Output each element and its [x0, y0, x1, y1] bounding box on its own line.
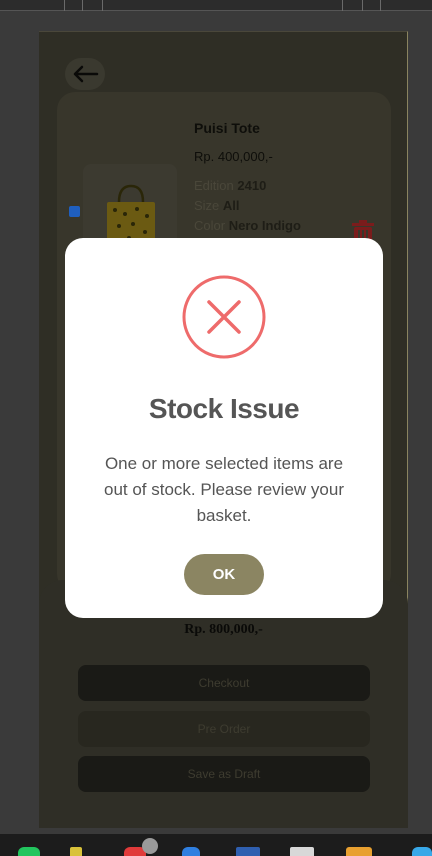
taskbar: [0, 834, 432, 856]
taskbar-app-icon[interactable]: [290, 847, 314, 856]
item-select-checkbox[interactable]: [69, 206, 80, 217]
divider: [64, 0, 65, 11]
divider: [82, 0, 83, 11]
dialog-message: One or more selected items are out of st…: [103, 454, 344, 525]
checkout-button[interactable]: Checkout: [78, 665, 370, 701]
taskbar-app-icon[interactable]: [236, 847, 260, 856]
stock-issue-dialog: Stock Issue One or more selected items a…: [65, 238, 383, 618]
size-value: All: [222, 198, 240, 213]
taskbar-app-icon[interactable]: [70, 847, 82, 856]
edition-value: 2410: [237, 178, 267, 193]
ok-button[interactable]: OK: [184, 554, 264, 595]
edition-label: Edition: [194, 178, 234, 193]
taskbar-avatar-icon[interactable]: [142, 838, 158, 854]
color-value: Nero Indigo: [228, 218, 301, 233]
dialog-title: Stock Issue: [148, 393, 300, 424]
pre-order-button[interactable]: Pre Order: [78, 711, 370, 747]
taskbar-app-icon[interactable]: [18, 847, 40, 856]
divider: [362, 0, 363, 11]
product-size: Size All: [194, 198, 240, 213]
size-label: Size: [194, 198, 220, 213]
back-button[interactable]: [65, 58, 105, 90]
taskbar-app-icon[interactable]: [182, 847, 200, 856]
product-price: Rp. 400,000,-: [194, 149, 273, 164]
product-name: Puisi Tote: [194, 120, 260, 136]
top-window-bar: [0, 0, 432, 11]
taskbar-app-icon[interactable]: [412, 847, 432, 856]
divider: [342, 0, 343, 11]
taskbar-app-icon[interactable]: [346, 847, 372, 856]
arrow-left-icon: [73, 65, 99, 83]
x-circle-icon: [182, 275, 266, 359]
divider: [380, 0, 381, 11]
product-color: Color Nero Indigo: [194, 218, 301, 233]
save-draft-button[interactable]: Save as Draft: [78, 756, 370, 792]
product-edition: Edition 2410: [194, 178, 266, 193]
color-label: Color: [194, 218, 226, 233]
basket-total: Rp. 800,000,-: [184, 622, 263, 637]
divider: [102, 0, 103, 11]
